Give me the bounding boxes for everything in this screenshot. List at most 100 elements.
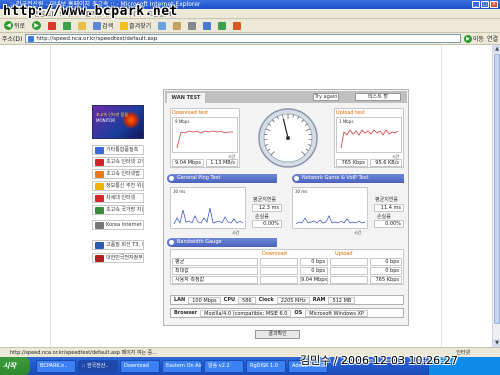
quality-monitor-banner[interactable]: 초고속 인터넷 품질 MONITOR xyxy=(92,105,144,139)
network-game-header[interactable]: Network Game & VoIP Test xyxy=(292,174,404,183)
extra-icon xyxy=(233,21,242,30)
sidebar-link-2[interactable]: 초고속 인터넷 고객노트 xyxy=(92,157,144,167)
minimize-button[interactable]: _ xyxy=(472,1,480,8)
bw-cell-d1 xyxy=(260,267,298,275)
forward-button[interactable]: ▶ xyxy=(30,20,43,31)
lan-value: 100 Mbps xyxy=(188,296,221,304)
mail-button[interactable] xyxy=(171,21,183,31)
sidebar-link-6[interactable]: 초고속 국가망 지원 시스템 xyxy=(92,205,144,215)
print-button[interactable] xyxy=(186,21,198,31)
ping-right-svg xyxy=(295,215,366,225)
sidebar-logo-icon xyxy=(95,147,104,154)
clock-label: Clock xyxy=(258,297,274,303)
bw-row-label: 최대값 xyxy=(172,267,258,275)
sidebar-link-8[interactable]: 고품질 회선 T3, 회선 xyxy=(92,240,144,250)
sidebar-link-label: 기타통합품질측 xyxy=(106,147,139,153)
system-info-row-1: LAN 100 Mbps CPU 586 Clock 2205 MHz RAM 512 … xyxy=(170,295,404,305)
print-icon xyxy=(188,21,197,30)
sidebar-link-1[interactable]: 기타통합품질측 xyxy=(92,145,144,155)
photo-timestamp: 김민수 / 2006-12-03 10:26:27 xyxy=(300,354,458,367)
bw-row-label: 평균 xyxy=(172,258,258,266)
back-arrow-icon: ◀ xyxy=(4,21,13,30)
bw-cell-d1 xyxy=(260,258,298,266)
download-speed-mbps: 9.04 Mbps xyxy=(172,159,204,167)
panel-header: WAN TEST Try again 테스트 할 xyxy=(165,91,407,103)
scroll-up-icon[interactable]: ▲ xyxy=(493,45,500,53)
bw-cell-u2: 0 bps xyxy=(370,258,402,266)
bandwidth-gauge-label: Bandwidth Gauge xyxy=(177,239,222,245)
result-button[interactable]: 결과확인 xyxy=(255,330,300,339)
sidebar-link-label: Korea Internet Exchange xyxy=(106,222,143,228)
history-button[interactable] xyxy=(156,21,168,31)
upload-series-line xyxy=(340,129,399,149)
address-bar: 주소(D) http://speed.nca.or.kr/speedtest/d… xyxy=(0,33,500,45)
ping-right-avg-label: 평균지연률 xyxy=(375,197,399,203)
ping-left-loss-value: 0.00% xyxy=(252,220,282,228)
sidebar-link-4[interactable]: 정보통신 추진 위원회 xyxy=(92,181,144,191)
taskbar-item[interactable]: BCPARK.n.. xyxy=(36,359,76,373)
ping-left-graph: 30 ms xyxy=(170,187,246,229)
ram-value: 512 MB xyxy=(328,296,356,304)
tab-wan-test[interactable]: WAN TEST xyxy=(167,93,205,103)
watermark: http://www.bcpark.net xyxy=(3,4,178,19)
download-graph: 9 Mbps xyxy=(172,117,238,153)
favorites-label: 즐겨찾기 xyxy=(129,23,152,30)
refresh-button[interactable] xyxy=(61,21,73,31)
ping-right-loss-value: 0.00% xyxy=(374,220,404,228)
general-ping-header[interactable]: General Ping Test xyxy=(167,174,277,183)
close-button[interactable]: × xyxy=(490,1,498,8)
bw-upload-header: Upload xyxy=(335,251,353,257)
stop-button[interactable] xyxy=(46,21,58,31)
favorites-button[interactable]: 즐겨찾기 xyxy=(118,20,153,31)
edit-button[interactable] xyxy=(201,21,213,31)
sidebar-link-5[interactable]: 차세대 인터넷 xyxy=(92,193,144,203)
ram-label: RAM xyxy=(312,297,326,303)
taskbar-item[interactable]: Download xyxy=(120,359,160,373)
maximize-button[interactable]: □ xyxy=(481,1,489,8)
mail-icon xyxy=(173,21,182,30)
links-label[interactable]: 연결 xyxy=(487,34,498,43)
cpu-label: CPU xyxy=(223,297,236,303)
address-input[interactable]: http://speed.nca.or.kr/speedtest/default… xyxy=(25,34,461,43)
ping-right-time-label: 시간 xyxy=(354,230,362,235)
vertical-scrollbar[interactable]: ▲ ▼ xyxy=(492,45,500,347)
ping-right-loss-label: 손실률 xyxy=(377,214,391,220)
sidebar-link-3[interactable]: 초고속 인터넷법 xyxy=(92,169,144,179)
clock-value: 2205 MHz xyxy=(276,296,310,304)
lan-label: LAN xyxy=(174,297,186,303)
bw-cell-d1 xyxy=(260,276,298,284)
sidebar-logo-icon xyxy=(95,255,104,262)
download-series-line xyxy=(176,130,233,149)
ping-right-graph: 30 ms xyxy=(292,187,368,229)
scroll-down-icon[interactable]: ▼ xyxy=(493,339,500,347)
taskbar-item[interactable]: Eastern On Air.. xyxy=(162,359,202,373)
taskbar-item[interactable]: 알송 v2.2 xyxy=(204,359,244,373)
start-button[interactable]: 시작 xyxy=(0,357,30,375)
sidebar-link-9[interactable]: 대한민국전자정부 xyxy=(92,253,144,263)
messenger-button[interactable] xyxy=(216,21,228,31)
bw-row-label: 사용자 측정값 xyxy=(172,276,258,284)
sidebar-link-label: 정보통신 추진 위원회 xyxy=(106,183,143,189)
upload-speed-kbps: 765 Kbps xyxy=(336,159,368,167)
upload-title: Upload test xyxy=(336,110,365,116)
general-ping-label: General Ping Test xyxy=(177,175,221,181)
sidebar-logo-icon xyxy=(95,183,104,190)
go-label: 이동 xyxy=(472,36,484,43)
sidebar-link-7[interactable]: Korea Internet Exchange xyxy=(92,220,144,230)
go-button[interactable]: ▶ 이동 xyxy=(463,34,484,43)
bw-cell-u2: 765 Kbps xyxy=(370,276,402,284)
forward-arrow-icon: ▶ xyxy=(32,21,42,30)
sidebar-link-label: 차세대 인터넷 xyxy=(106,195,136,201)
download-speed-mbs: 1.13 MB/s xyxy=(206,159,238,167)
back-button[interactable]: ◀ 뒤로 xyxy=(2,20,27,31)
restart-test-button[interactable]: 테스트 할 xyxy=(355,93,401,101)
bandwidth-gauge-header[interactable]: Bandwidth Gauge xyxy=(167,238,277,247)
taskbar-item[interactable]: :: 한국전산.. xyxy=(78,359,118,373)
home-button[interactable] xyxy=(76,21,88,31)
taskbar-item[interactable]: RgDISK 1.0 xyxy=(246,359,286,373)
scroll-thumb[interactable] xyxy=(494,54,500,324)
star-icon xyxy=(120,21,129,30)
try-again-button[interactable]: Try again xyxy=(313,93,339,101)
search-button[interactable]: 검색 xyxy=(91,20,115,31)
extra-button[interactable] xyxy=(231,21,243,31)
